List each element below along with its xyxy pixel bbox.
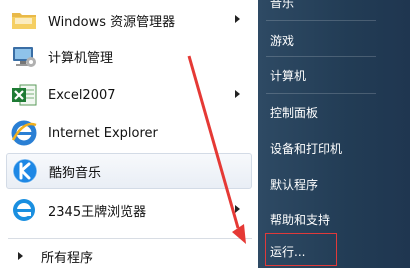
pointer-arrow-icon bbox=[187, 55, 246, 244]
